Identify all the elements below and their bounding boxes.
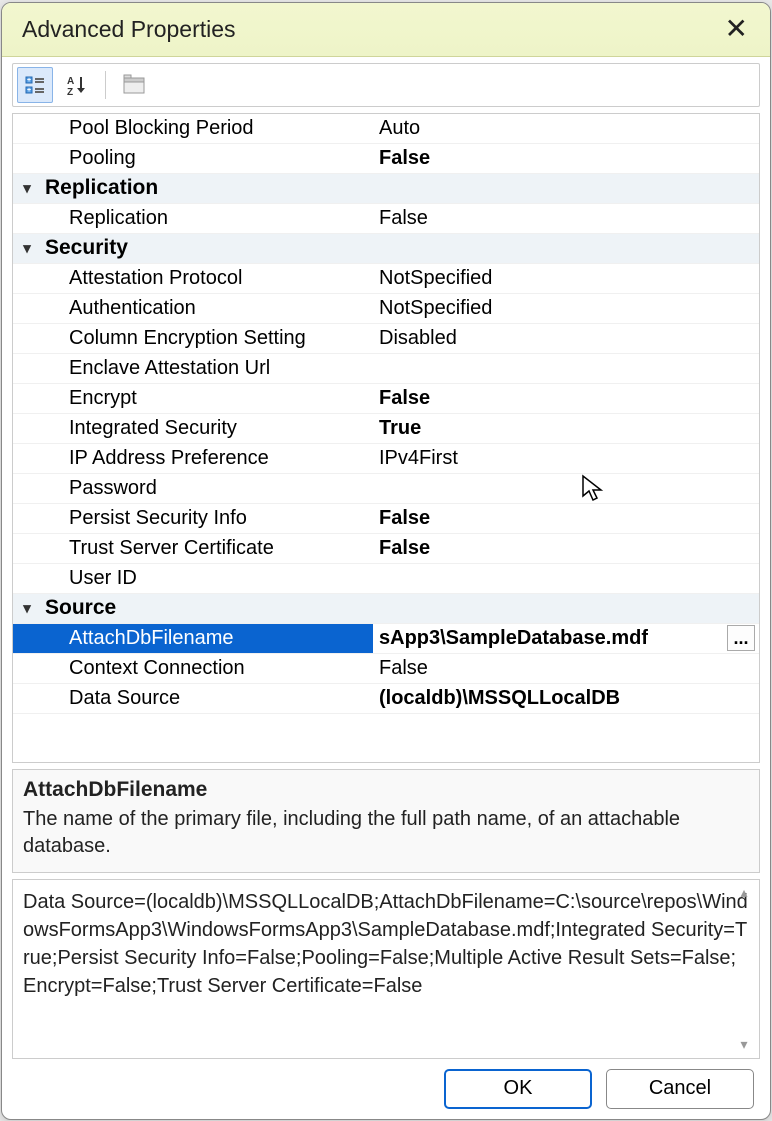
property-name: Attestation Protocol <box>41 267 371 290</box>
property-name: Replication <box>41 176 371 200</box>
svg-text:+: + <box>27 77 31 84</box>
property-row[interactable]: AuthenticationNotSpecified <box>13 294 759 324</box>
property-row[interactable]: EncryptFalse <box>13 384 759 414</box>
property-name: Column Encryption Setting <box>41 327 371 350</box>
property-name: Replication <box>41 207 371 230</box>
property-name: Trust Server Certificate <box>41 537 371 560</box>
toolbar-separator <box>105 71 106 99</box>
property-value[interactable]: sApp3\SampleDatabase.mdf... <box>373 625 759 651</box>
scroll-up-icon[interactable]: ▴ <box>737 886 751 900</box>
property-pages-icon <box>122 74 146 96</box>
alphabetical-button[interactable]: A Z <box>59 67 95 103</box>
categorized-icon: + + <box>24 74 46 96</box>
svg-text:+: + <box>27 87 31 94</box>
chevron-down-icon[interactable]: ▾ <box>13 239 41 257</box>
property-value[interactable]: False <box>373 387 759 410</box>
property-name: Source <box>41 596 371 620</box>
property-row[interactable]: Trust Server CertificateFalse <box>13 534 759 564</box>
property-value[interactable]: False <box>373 207 759 230</box>
property-row[interactable]: ReplicationFalse <box>13 204 759 234</box>
property-value[interactable]: False <box>373 507 759 530</box>
category-row[interactable]: ▾Source <box>13 594 759 624</box>
property-value[interactable]: NotSpecified <box>373 267 759 290</box>
chevron-down-icon[interactable]: ▾ <box>13 599 41 617</box>
property-value[interactable]: IPv4First <box>373 447 759 470</box>
property-name: Password <box>41 477 371 500</box>
property-value[interactable]: False <box>373 537 759 560</box>
property-value[interactable]: Auto <box>373 117 759 140</box>
connection-string-text: Data Source=(localdb)\MSSQLLocalDB;Attac… <box>23 891 748 997</box>
property-row[interactable]: Password <box>13 474 759 504</box>
category-row[interactable]: ▾Replication <box>13 174 759 204</box>
property-row[interactable]: Integrated SecurityTrue <box>13 414 759 444</box>
cancel-button[interactable]: Cancel <box>606 1069 754 1109</box>
connection-string-panel[interactable]: Data Source=(localdb)\MSSQLLocalDB;Attac… <box>12 879 760 1059</box>
property-row[interactable]: Persist Security InfoFalse <box>13 504 759 534</box>
dialog-title: Advanced Properties <box>22 16 236 43</box>
dialog-button-row: OK Cancel <box>12 1065 760 1109</box>
property-name: Integrated Security <box>41 417 371 440</box>
property-value[interactable]: False <box>373 657 759 680</box>
property-value[interactable]: NotSpecified <box>373 297 759 320</box>
property-name: User ID <box>41 567 371 590</box>
description-title: AttachDbFilename <box>23 778 749 802</box>
property-value[interactable]: False <box>373 147 759 170</box>
property-row[interactable]: Enclave Attestation Url <box>13 354 759 384</box>
svg-text:Z: Z <box>67 87 73 96</box>
chevron-down-icon[interactable]: ▾ <box>13 179 41 197</box>
property-name: Context Connection <box>41 657 371 680</box>
property-grid-container: Pool Blocking PeriodAutoPoolingFalse▾Rep… <box>12 113 760 763</box>
ok-button[interactable]: OK <box>444 1069 592 1109</box>
property-value[interactable]: (localdb)\MSSQLLocalDB <box>373 687 759 710</box>
property-row[interactable]: Column Encryption SettingDisabled <box>13 324 759 354</box>
description-body: The name of the primary file, including … <box>23 806 749 860</box>
property-name: Encrypt <box>41 387 371 410</box>
property-pages-button[interactable] <box>116 67 152 103</box>
categorized-button[interactable]: + + <box>17 67 53 103</box>
property-name: Data Source <box>41 687 371 710</box>
ellipsis-button[interactable]: ... <box>727 625 755 651</box>
property-row[interactable]: Pool Blocking PeriodAuto <box>13 114 759 144</box>
property-row[interactable]: Data Source(localdb)\MSSQLLocalDB <box>13 684 759 714</box>
property-name: Security <box>41 236 371 260</box>
property-name: IP Address Preference <box>41 447 371 470</box>
property-name: Pool Blocking Period <box>41 117 371 140</box>
description-panel: AttachDbFilename The name of the primary… <box>12 769 760 873</box>
property-grid-toolbar: + + A Z <box>12 63 760 107</box>
property-grid[interactable]: Pool Blocking PeriodAutoPoolingFalse▾Rep… <box>13 114 759 762</box>
property-value[interactable]: Disabled <box>373 327 759 350</box>
property-name: Pooling <box>41 147 371 170</box>
titlebar: Advanced Properties ✕ <box>2 3 770 57</box>
property-name: AttachDbFilename <box>41 627 371 650</box>
property-row[interactable]: User ID <box>13 564 759 594</box>
close-button[interactable]: ✕ <box>717 13 756 45</box>
property-row[interactable]: IP Address PreferenceIPv4First <box>13 444 759 474</box>
property-name: Enclave Attestation Url <box>41 357 371 380</box>
sort-az-icon: A Z <box>66 74 88 96</box>
property-row[interactable]: Context ConnectionFalse <box>13 654 759 684</box>
property-row[interactable]: AttachDbFilenamesApp3\SampleDatabase.mdf… <box>13 624 759 654</box>
property-row[interactable]: PoolingFalse <box>13 144 759 174</box>
category-row[interactable]: ▾Security <box>13 234 759 264</box>
svg-text:A: A <box>67 76 74 87</box>
property-name: Persist Security Info <box>41 507 371 530</box>
property-row[interactable]: Attestation ProtocolNotSpecified <box>13 264 759 294</box>
scroll-down-icon[interactable]: ▾ <box>737 1038 751 1052</box>
property-name: Authentication <box>41 297 371 320</box>
dialog-content: + + A Z <box>2 57 770 1119</box>
advanced-properties-dialog: Advanced Properties ✕ + + A Z <box>1 2 771 1120</box>
property-value[interactable]: True <box>373 417 759 440</box>
